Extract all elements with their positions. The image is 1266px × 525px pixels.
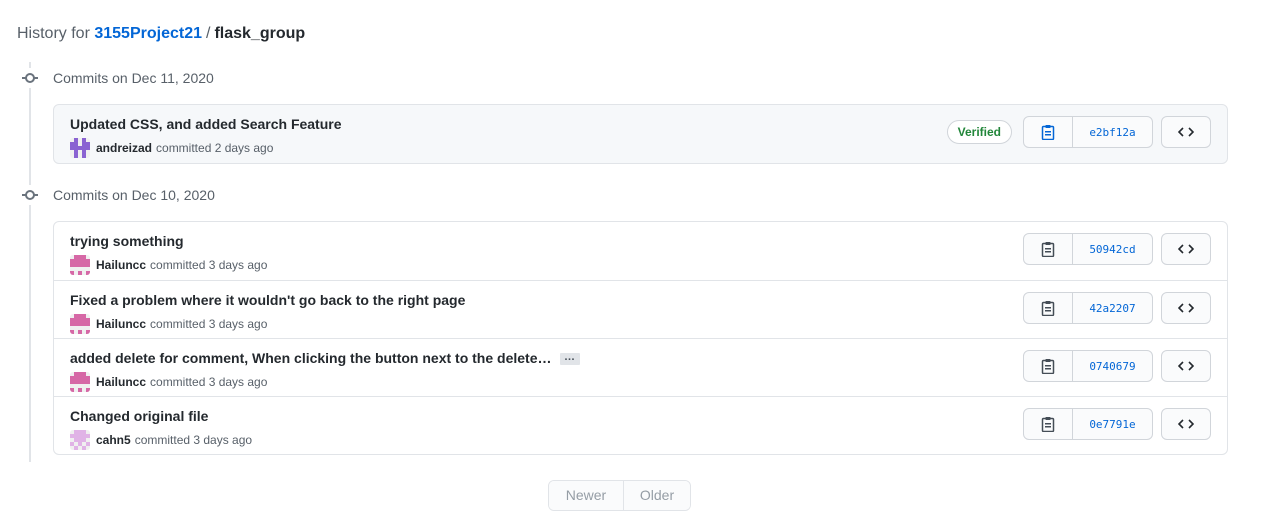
avatar[interactable]	[70, 314, 90, 334]
commit-group-header: Commits on Dec 10, 2020	[20, 185, 215, 205]
owner-link[interactable]: 3155Project21	[94, 25, 202, 42]
git-commit-icon	[20, 68, 40, 88]
commit-sha-link[interactable]: 50942cd	[1073, 234, 1152, 264]
pagination: Newer Older	[548, 480, 691, 511]
commit-meta: Hailuncc committed 3 days ago	[70, 314, 267, 334]
commit-message-link[interactable]: Changed original file	[70, 408, 208, 424]
path-separator: /	[206, 25, 211, 42]
avatar[interactable]	[70, 138, 90, 158]
commit-row: trying something Hailuncc committed 3 da…	[54, 222, 1227, 280]
commit-author-link[interactable]: Hailuncc	[96, 375, 146, 389]
commit-actions: 42a2207	[1023, 292, 1211, 324]
browse-files-button[interactable]	[1161, 233, 1211, 265]
commit-meta: Hailuncc committed 3 days ago	[70, 372, 267, 392]
commit-message: added delete for comment, When clicking …	[70, 350, 580, 366]
commit-time: committed 3 days ago	[150, 258, 268, 272]
commit-author-link[interactable]: andreizad	[96, 141, 152, 155]
commit-sha-link[interactable]: e2bf12a	[1073, 117, 1152, 147]
history-prefix: History for	[17, 25, 90, 42]
sha-button-group: 50942cd	[1023, 233, 1153, 265]
commit-sha-link[interactable]: 42a2207	[1073, 293, 1152, 323]
commit-meta: andreizad committed 2 days ago	[70, 138, 273, 158]
newer-button[interactable]: Newer	[549, 481, 624, 510]
expand-message-button[interactable]: …	[559, 352, 580, 366]
commit-time: committed 2 days ago	[156, 141, 274, 155]
avatar[interactable]	[70, 430, 90, 450]
code-icon	[1178, 244, 1194, 254]
sha-button-group: e2bf12a	[1023, 116, 1153, 148]
commit-author-link[interactable]: cahn5	[96, 433, 131, 447]
avatar[interactable]	[70, 255, 90, 275]
sha-button-group: 42a2207	[1023, 292, 1153, 324]
commit-list: trying something Hailuncc committed 3 da…	[53, 221, 1228, 455]
clipboard-icon	[1041, 125, 1055, 140]
code-icon	[1178, 127, 1194, 137]
verified-badge[interactable]: Verified	[946, 120, 1012, 144]
repo-name: flask_group	[214, 25, 306, 42]
avatar[interactable]	[70, 372, 90, 392]
commit-sha-link[interactable]: 0740679	[1073, 351, 1152, 381]
commit-message-link[interactable]: Fixed a problem where it wouldn't go bac…	[70, 292, 465, 308]
code-icon	[1178, 419, 1194, 429]
commit-actions: 0740679	[1023, 350, 1211, 382]
commit-actions: 0e7791e	[1023, 408, 1211, 440]
sha-button-group: 0e7791e	[1023, 408, 1153, 440]
commit-meta: cahn5 committed 3 days ago	[70, 430, 252, 450]
commit-time: committed 3 days ago	[150, 317, 268, 331]
copy-sha-button[interactable]	[1024, 409, 1073, 439]
commit-message-link[interactable]: added delete for comment, When clicking …	[70, 350, 552, 366]
code-icon	[1178, 303, 1194, 313]
commit-author-link[interactable]: Hailuncc	[96, 258, 146, 272]
copy-sha-button[interactable]	[1024, 234, 1073, 264]
commit-group-label: Commits on Dec 11, 2020	[53, 70, 214, 86]
commit-group-header: Commits on Dec 11, 2020	[20, 68, 214, 88]
code-icon	[1178, 361, 1194, 371]
commit-time: committed 3 days ago	[134, 433, 253, 447]
commit-message-link[interactable]: Updated CSS, and added Search Feature	[70, 116, 342, 132]
commit-time: committed 3 days ago	[150, 375, 268, 389]
copy-sha-button[interactable]	[1024, 293, 1073, 323]
browse-files-button[interactable]	[1161, 116, 1211, 148]
commit-author-link[interactable]: Hailuncc	[96, 317, 146, 331]
clipboard-icon	[1041, 301, 1055, 316]
sha-button-group: 0740679	[1023, 350, 1153, 382]
commit-group-label: Commits on Dec 10, 2020	[53, 187, 215, 203]
older-button[interactable]: Older	[624, 481, 690, 510]
commit-row: Updated CSS, and added Search Feature an…	[54, 105, 1227, 163]
commit-actions: Verified e2bf12a	[946, 116, 1211, 148]
browse-files-button[interactable]	[1161, 408, 1211, 440]
copy-sha-button[interactable]	[1024, 351, 1073, 381]
commit-row: added delete for comment, When clicking …	[54, 338, 1227, 396]
clipboard-icon	[1041, 242, 1055, 257]
timeline-line	[29, 62, 31, 462]
git-commit-icon	[20, 185, 40, 205]
browse-files-button[interactable]	[1161, 292, 1211, 324]
commit-actions: 50942cd	[1023, 233, 1211, 265]
clipboard-icon	[1041, 359, 1055, 374]
commit-row: Fixed a problem where it wouldn't go bac…	[54, 280, 1227, 338]
commit-list: Updated CSS, and added Search Feature an…	[53, 104, 1228, 164]
clipboard-icon	[1041, 417, 1055, 432]
commit-meta: Hailuncc committed 3 days ago	[70, 255, 267, 275]
copy-sha-button[interactable]	[1024, 117, 1073, 147]
commit-row: Changed original file cahn5 committed 3 …	[54, 396, 1227, 454]
commit-sha-link[interactable]: 0e7791e	[1073, 409, 1152, 439]
page-title: History for 3155Project21/flask_group	[17, 24, 305, 44]
browse-files-button[interactable]	[1161, 350, 1211, 382]
commit-message-link[interactable]: trying something	[70, 233, 184, 249]
